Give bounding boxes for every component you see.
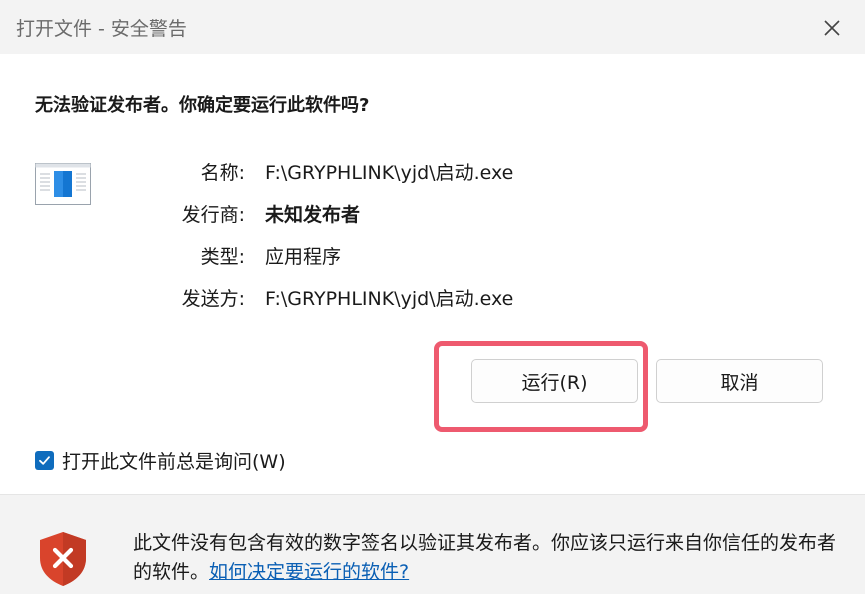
checkmark-icon <box>39 455 50 465</box>
info-label-publisher: 发行商: <box>181 204 245 226</box>
shield-warning-icon <box>40 532 86 586</box>
dialog-body: 无法验证发布者。你确定要运行此软件吗? 名称: F:\GRYPHLINK\yjd… <box>0 54 865 494</box>
info-value-from: F:\GRYPHLINK\yjd\启动.exe <box>265 288 514 310</box>
info-row-name: 名称: F:\GRYPHLINK\yjd\启动.exe <box>0 158 865 186</box>
close-button[interactable] <box>817 13 847 43</box>
info-row-type: 类型: 应用程序 <box>0 242 865 270</box>
info-row-from: 发送方: F:\GRYPHLINK\yjd\启动.exe <box>0 284 865 312</box>
info-value-name: F:\GRYPHLINK\yjd\启动.exe <box>265 162 514 184</box>
info-label-type: 类型: <box>200 246 245 268</box>
info-value-publisher: 未知发布者 <box>265 204 361 226</box>
checkbox-label: 打开此文件前总是询问(W) <box>62 450 286 473</box>
security-warning-dialog: 打开文件 - 安全警告 无法验证发布者。你确定要运行此软件吗? 名称: F:\G… <box>0 0 865 594</box>
window-title: 打开文件 - 安全警告 <box>16 18 187 40</box>
info-label-name: 名称: <box>200 162 245 184</box>
close-icon <box>824 20 840 36</box>
checkbox-box[interactable] <box>35 450 54 470</box>
run-button[interactable]: 运行(R) <box>471 359 638 403</box>
footer-warning: 此文件没有包含有效的数字签名以验证其发布者。你应该只运行来自你信任的发布者的软件… <box>133 529 838 587</box>
info-value-type: 应用程序 <box>265 246 342 268</box>
info-label-from: 发送方: <box>181 288 245 310</box>
title-bar: 打开文件 - 安全警告 <box>0 0 865 54</box>
help-link[interactable]: 如何决定要运行的软件? <box>209 561 409 583</box>
info-row-publisher: 发行商: 未知发布者 <box>0 200 865 228</box>
question-text: 无法验证发布者。你确定要运行此软件吗? <box>35 95 370 116</box>
always-ask-checkbox[interactable]: 打开此文件前总是询问(W) <box>35 448 286 473</box>
footer: 此文件没有包含有效的数字签名以验证其发布者。你应该只运行来自你信任的发布者的软件… <box>0 494 865 594</box>
cancel-button[interactable]: 取消 <box>656 359 823 403</box>
